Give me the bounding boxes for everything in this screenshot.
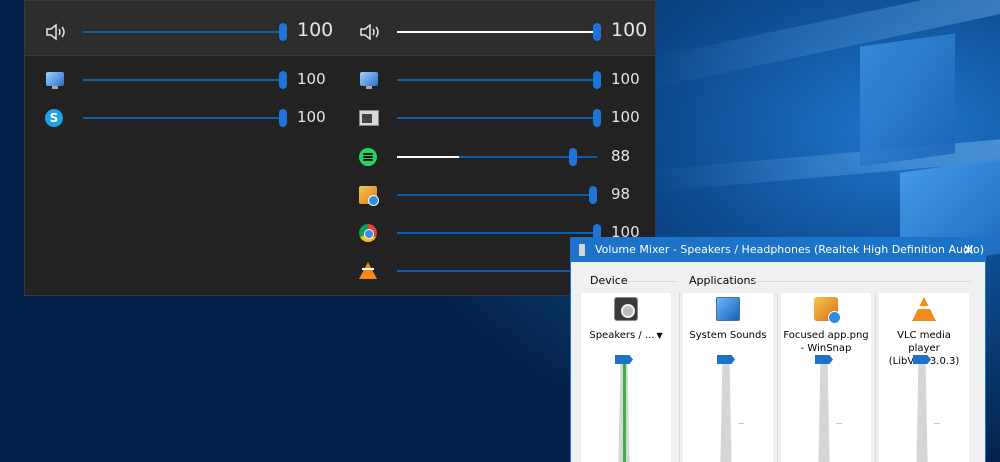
right-app-row-system: 100	[359, 65, 659, 95]
slider-thumb[interactable]	[589, 186, 597, 204]
volume-slider[interactable]	[83, 71, 287, 89]
slider-thumb[interactable]	[593, 109, 601, 127]
right-app-row-spotify: 88	[359, 142, 659, 172]
windows-logo-pane	[860, 33, 955, 167]
volume-track[interactable]	[916, 363, 928, 462]
spotify-icon	[359, 148, 377, 166]
volume-slider-thumb[interactable]	[615, 355, 633, 364]
mixer-title-bar[interactable]: Volume Mixer - Speakers / Headphones (Re…	[571, 238, 985, 262]
slider-thumb[interactable]	[593, 71, 601, 89]
slider-thumb[interactable]	[279, 109, 287, 127]
volume-value: 100	[611, 108, 640, 126]
left-device-row: 100	[45, 17, 345, 47]
volume-tick	[934, 423, 940, 424]
left-app-row-skype: S 100	[45, 103, 345, 133]
channel-name: System Sounds	[685, 329, 771, 342]
flyout-divider	[25, 55, 655, 56]
mixer-channel-system-sounds: System Sounds	[683, 293, 773, 462]
chrome-icon	[359, 224, 377, 242]
applications-group-label: Applications	[689, 274, 757, 287]
volume-tick	[738, 423, 744, 424]
volume-slider[interactable]	[397, 148, 597, 166]
window-icon	[359, 110, 379, 126]
volume-tick	[836, 423, 842, 424]
left-app-row-system: 100	[45, 65, 345, 95]
mixer-body: Device Applications Speakers / ... ▼ Syst…	[571, 262, 985, 462]
volume-value: 100	[611, 70, 640, 88]
group-divider	[627, 281, 677, 282]
volume-flyout: 100 100 S 100 100 100 100 88 98 100	[24, 0, 656, 296]
channel-separator	[679, 293, 680, 462]
volume-track[interactable]	[818, 363, 830, 462]
volume-value: 88	[611, 147, 631, 165]
peak-meter	[623, 363, 626, 462]
volume-slider[interactable]	[397, 262, 601, 280]
mixer-channel-device: Speakers / ... ▼	[581, 293, 671, 462]
volume-mixer-window: Volume Mixer - Speakers / Headphones (Re…	[570, 237, 986, 462]
chevron-down-icon[interactable]: ▼	[657, 331, 663, 340]
device-name: Speakers / ...	[589, 330, 655, 341]
vlc-icon[interactable]	[912, 297, 936, 321]
channel-separator	[777, 293, 778, 462]
volume-slider[interactable]	[397, 186, 597, 204]
winsnap-icon	[359, 186, 379, 206]
volume-slider[interactable]	[397, 109, 601, 127]
volume-value: 100	[297, 108, 326, 126]
mixer-channel-vlc: VLC media player (LibVLC 3.0.3)	[879, 293, 969, 462]
channel-name: Focused app.png - WinSnap	[783, 329, 869, 355]
slider-fill	[397, 31, 597, 33]
slider-thumb[interactable]	[279, 23, 287, 41]
close-icon[interactable]: ✕	[962, 241, 975, 259]
skype-icon: S	[45, 109, 63, 127]
channel-name-line2: - WinSnap	[800, 343, 852, 354]
channel-name-line1: System Sounds	[689, 330, 767, 341]
mixer-channel-winsnap: Focused app.png - WinSnap	[781, 293, 871, 462]
speaker-icon	[579, 244, 585, 256]
device-group-label: Device	[590, 274, 628, 287]
speaker-icon[interactable]	[45, 23, 65, 41]
speaker-icon[interactable]	[359, 23, 379, 41]
volume-slider-thumb[interactable]	[913, 355, 931, 364]
volume-track[interactable]	[720, 363, 732, 462]
right-device-row: 100	[359, 17, 659, 47]
device-name-dropdown[interactable]: Speakers / ... ▼	[583, 329, 669, 342]
right-app-row-winsnap: 98	[359, 180, 659, 210]
volume-value: 100	[297, 70, 326, 88]
volume-value: 98	[611, 185, 631, 203]
volume-value: 100	[611, 19, 648, 41]
volume-slider-thumb[interactable]	[815, 355, 833, 364]
speaker-device-icon[interactable]	[614, 297, 638, 321]
window-title: Volume Mixer - Speakers / Headphones (Re…	[595, 243, 985, 256]
slider-thumb[interactable]	[593, 23, 601, 41]
slider-fill	[397, 156, 459, 158]
volume-slider[interactable]	[397, 71, 601, 89]
volume-slider[interactable]	[397, 224, 601, 242]
volume-value: 100	[297, 19, 334, 41]
winsnap-icon[interactable]	[814, 297, 841, 324]
slider-thumb[interactable]	[279, 71, 287, 89]
system-sounds-icon	[360, 72, 378, 89]
volume-slider[interactable]	[83, 23, 287, 41]
system-sounds-icon	[46, 72, 64, 89]
volume-slider-thumb[interactable]	[717, 355, 735, 364]
channel-name-line1: VLC media player	[897, 330, 951, 354]
system-sounds-icon[interactable]	[716, 297, 740, 321]
channel-separator	[875, 293, 876, 462]
volume-slider[interactable]	[83, 109, 287, 127]
group-divider	[751, 281, 971, 282]
vlc-icon	[359, 262, 377, 279]
slider-thumb[interactable]	[569, 148, 577, 166]
channel-name-line1: Focused app.png	[783, 330, 869, 341]
volume-slider[interactable]	[397, 23, 601, 41]
right-app-row-window: 100	[359, 103, 659, 133]
